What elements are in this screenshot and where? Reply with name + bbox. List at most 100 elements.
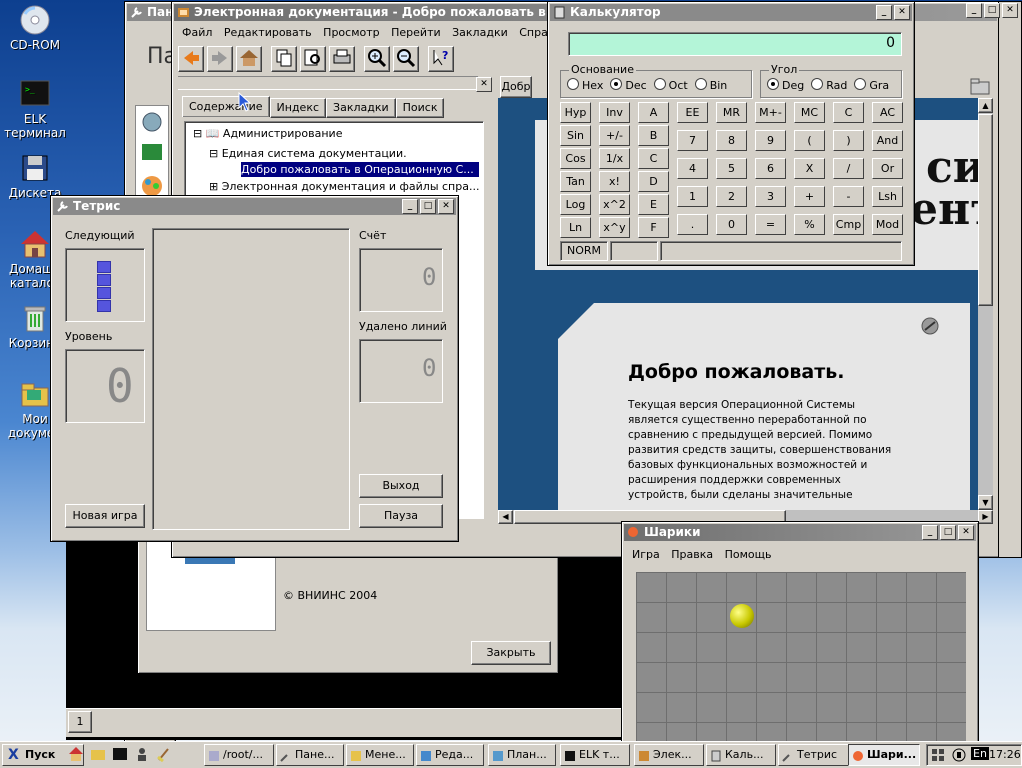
minimize-icon[interactable]: _	[966, 3, 982, 18]
key-cos[interactable]: Cos	[560, 148, 591, 169]
zoom-out-icon[interactable]	[393, 46, 419, 72]
new-game-button[interactable]: Новая игра	[65, 504, 145, 528]
key--[interactable]: =	[755, 214, 786, 235]
key-5[interactable]: 5	[716, 158, 747, 179]
radio-oct[interactable]: Oct	[653, 78, 688, 92]
menu-edit[interactable]: Редактировать	[224, 26, 312, 39]
ball-yellow[interactable]	[730, 604, 754, 628]
key-mr[interactable]: MR	[716, 102, 747, 123]
pause-button[interactable]: Пауза	[359, 504, 443, 528]
volume-icon[interactable]	[951, 748, 967, 765]
task-balls-active[interactable]: Шари...	[848, 744, 920, 766]
key-tan[interactable]: Tan	[560, 171, 591, 192]
broom-icon[interactable]	[156, 746, 172, 765]
task-planner[interactable]: План...	[488, 744, 556, 766]
key-c[interactable]: C	[638, 148, 669, 169]
tab-search[interactable]: Поиск	[395, 98, 445, 118]
menu-go[interactable]: Перейти	[391, 26, 441, 39]
scroll-down-icon[interactable]: ▼	[978, 495, 993, 510]
print-icon[interactable]	[329, 46, 355, 72]
close-button[interactable]: Закрыть	[471, 641, 551, 665]
vertical-scrollbar[interactable]: ▲ ▼	[978, 98, 993, 510]
key-mc[interactable]: MC	[794, 102, 825, 123]
key-log[interactable]: Log	[560, 194, 591, 215]
key-c[interactable]: C	[833, 102, 864, 123]
radio-hex[interactable]: Hex	[567, 78, 603, 92]
key-e[interactable]: E	[638, 194, 669, 215]
menu-help[interactable]: Помощь	[725, 548, 772, 561]
minimize-icon[interactable]: _	[402, 199, 418, 214]
close-icon[interactable]: ✕	[958, 525, 974, 540]
tree-item-selected[interactable]: Добро пожаловать в Операционную С...	[241, 162, 479, 177]
scroll-thumb[interactable]	[978, 114, 993, 306]
task-menu[interactable]: Мене...	[346, 744, 414, 766]
tetris-board[interactable]	[152, 228, 350, 530]
forward-arrow-icon[interactable]	[207, 46, 233, 72]
key-ee[interactable]: EE	[677, 102, 708, 123]
radio-rad[interactable]: Rad	[811, 78, 847, 92]
home-icon[interactable]	[236, 46, 262, 72]
key--[interactable]: )	[833, 130, 864, 151]
close-icon[interactable]: ✕	[438, 199, 454, 214]
task-tetris[interactable]: Тетрис	[778, 744, 850, 766]
folder-icon[interactable]	[90, 746, 106, 765]
exit-button[interactable]: Выход	[359, 474, 443, 498]
key-6[interactable]: 6	[755, 158, 786, 179]
radio-gra[interactable]: Gra	[854, 78, 889, 92]
task-panel[interactable]: Пане...	[276, 744, 344, 766]
key--[interactable]: (	[794, 130, 825, 151]
balls-titlebar[interactable]: Шарики _ □ ✕	[624, 524, 976, 541]
maximize-icon[interactable]: □	[984, 3, 1000, 18]
maximize-icon[interactable]: □	[940, 525, 956, 540]
content-tab[interactable]: Добр	[500, 76, 532, 98]
key-m-[interactable]: M+-	[755, 102, 786, 123]
task-terminal[interactable]: ELK т...	[560, 744, 630, 766]
tetris-titlebar[interactable]: Тетрис _ □ ✕	[53, 198, 456, 215]
tree-item[interactable]: ⊟ 📖 Администрирование	[193, 127, 342, 140]
key--[interactable]: %	[794, 214, 825, 235]
key-x-y[interactable]: x^y	[599, 217, 630, 238]
key-1[interactable]: 1	[677, 186, 708, 207]
key-d[interactable]: D	[638, 171, 669, 192]
back-arrow-icon[interactable]	[178, 46, 204, 72]
radio-dec[interactable]: Dec	[610, 78, 647, 92]
key--[interactable]: .	[677, 214, 708, 235]
copy-icon[interactable]	[271, 46, 297, 72]
key--[interactable]: -	[833, 186, 864, 207]
key-2[interactable]: 2	[716, 186, 747, 207]
key-hyp[interactable]: Hyp	[560, 102, 591, 123]
task-docs[interactable]: Элек...	[634, 744, 704, 766]
key-9[interactable]: 9	[755, 130, 786, 151]
key-a[interactable]: A	[638, 102, 669, 123]
key-and[interactable]: And	[872, 130, 903, 151]
task-editor[interactable]: Реда...	[416, 744, 484, 766]
folder-icon[interactable]	[969, 76, 993, 96]
minimize-icon[interactable]: _	[876, 5, 892, 20]
zoom-in-icon[interactable]	[364, 46, 390, 72]
tab-bookmarks[interactable]: Закладки	[326, 98, 396, 118]
key-x-[interactable]: x!	[599, 171, 630, 192]
home-icon[interactable]	[68, 746, 84, 765]
nav-pane-close-icon[interactable]: ✕	[476, 77, 492, 92]
key-inv[interactable]: Inv	[599, 102, 630, 123]
calculator-titlebar[interactable]: Калькулятор _ ✕	[550, 4, 912, 21]
key-mod[interactable]: Mod	[872, 214, 903, 235]
key-4[interactable]: 4	[677, 158, 708, 179]
desktop-icon-cdrom[interactable]: CD-ROM	[0, 4, 70, 52]
key-8[interactable]: 8	[716, 130, 747, 151]
scroll-up-icon[interactable]: ▲	[978, 98, 993, 113]
find-icon[interactable]	[300, 46, 326, 72]
maximize-icon[interactable]: □	[420, 199, 436, 214]
key-x[interactable]: X	[794, 158, 825, 179]
menu-edit[interactable]: Правка	[671, 548, 713, 561]
scroll-right-icon[interactable]: ▶	[978, 510, 993, 524]
key--[interactable]: /	[833, 158, 864, 179]
menu-game[interactable]: Игра	[632, 548, 660, 561]
tab-contents[interactable]: Содержание	[182, 96, 270, 117]
key-0[interactable]: 0	[716, 214, 747, 235]
key-x-2[interactable]: x^2	[599, 194, 630, 215]
desktop-icon-terminal[interactable]: >_ ELK терминал	[0, 78, 70, 140]
radio-bin[interactable]: Bin	[694, 78, 727, 92]
key-ac[interactable]: AC	[872, 102, 903, 123]
terminal-icon[interactable]	[112, 746, 128, 765]
